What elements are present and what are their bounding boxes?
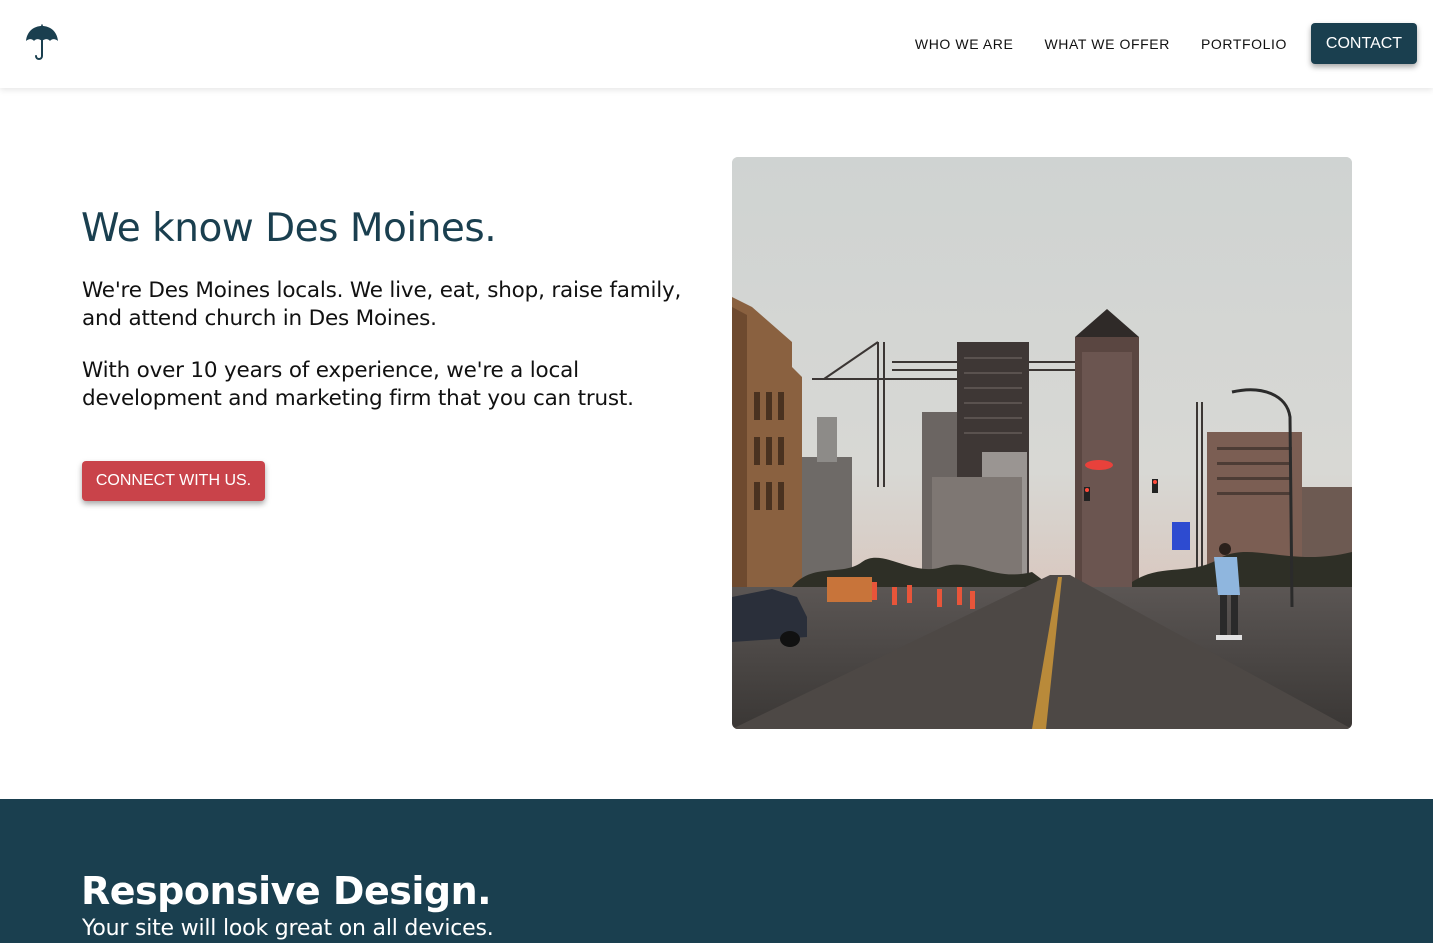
hero-city-photo: [732, 157, 1352, 729]
hero-title: We know Des Moines.: [81, 206, 497, 251]
hero-paragraph-locals: We're Des Moines locals. We live, eat, s…: [82, 278, 682, 331]
section-title: Responsive Design.: [81, 869, 492, 913]
responsive-design-section: Responsive Design. Your site will look g…: [0, 799, 1433, 943]
connect-button[interactable]: CONNECT WITH US.: [82, 461, 265, 501]
nav-what-we-offer[interactable]: WHAT WE OFFER: [1044, 36, 1170, 52]
site-header: WHO WE ARE WHAT WE OFFER PORTFOLIO CONTA…: [0, 0, 1433, 88]
main-nav: WHO WE ARE WHAT WE OFFER PORTFOLIO CONTA…: [915, 23, 1417, 64]
nav-portfolio[interactable]: PORTFOLIO: [1201, 36, 1287, 52]
umbrella-icon[interactable]: [24, 24, 60, 62]
hero-paragraph-experience: With over 10 years of experience, we're …: [82, 358, 634, 411]
nav-who-we-are[interactable]: WHO WE ARE: [915, 36, 1014, 52]
section-subtitle: Your site will look great on all devices…: [82, 916, 494, 941]
contact-button[interactable]: CONTACT: [1311, 23, 1417, 64]
